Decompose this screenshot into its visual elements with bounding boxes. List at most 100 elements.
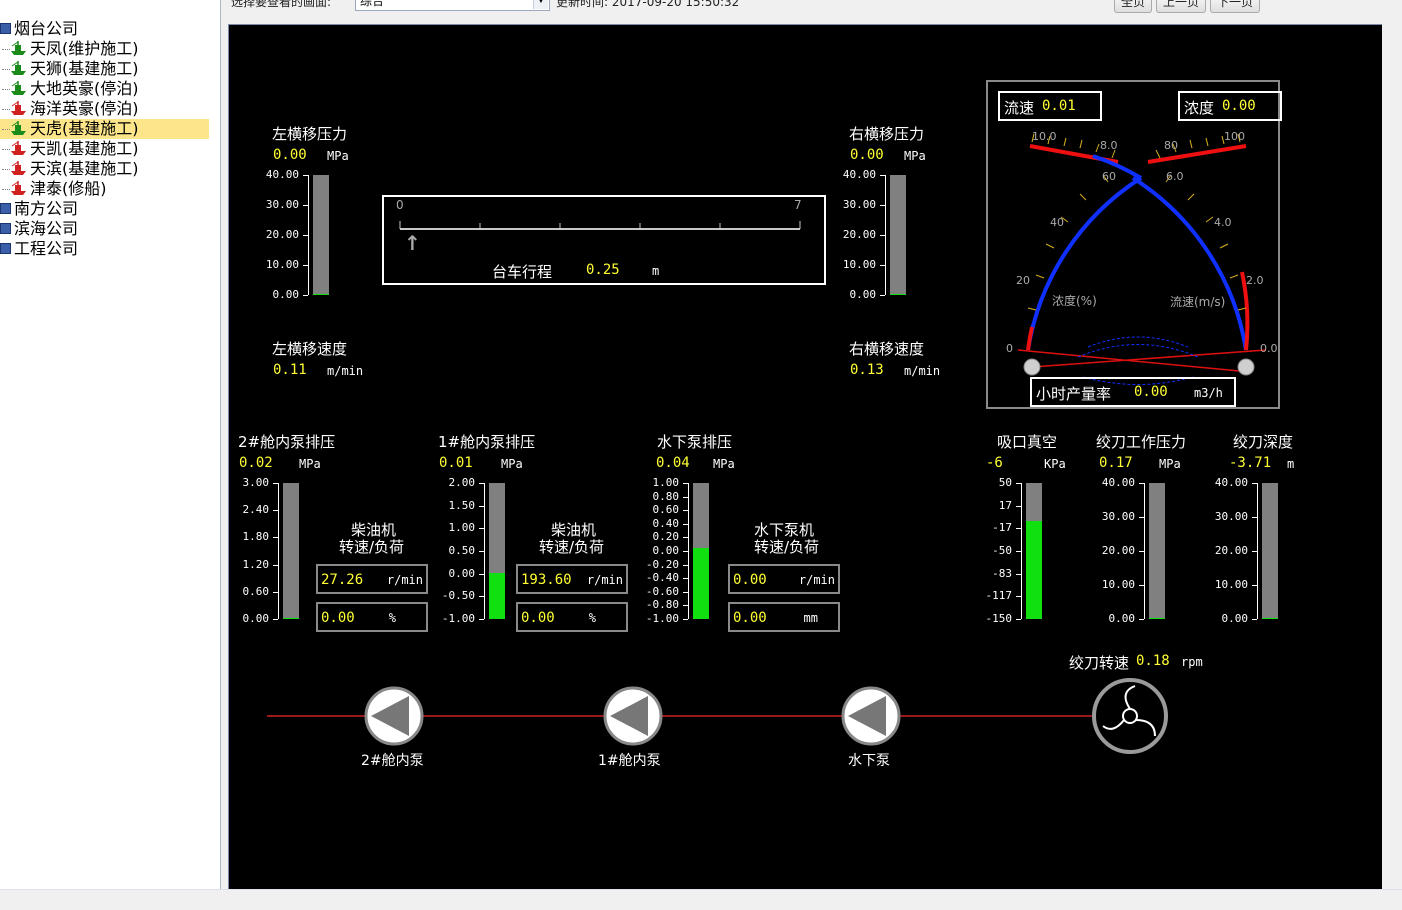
gauge-tick-label: 0.60: [242, 584, 270, 598]
output-label: 小时产量率: [1036, 385, 1112, 403]
flow-concentration-gauge: 流速 0.01 浓度 0.00 0 20 40 60 80 100 0.0 2.…: [986, 80, 1282, 409]
gauge-tick-label: 1.20: [242, 557, 270, 571]
gauge-axis: [885, 175, 886, 295]
tree-node-label: 津泰(修船): [30, 179, 107, 198]
view-select[interactable]: 综合 ▼: [355, 0, 550, 11]
chevron-down-icon[interactable]: ▼: [533, 0, 548, 9]
gauge-tick-label: 0.60: [652, 503, 680, 517]
tree-company-node[interactable]: 工程公司: [0, 239, 78, 259]
prev-page-button[interactable]: 上一页: [1156, 0, 1206, 13]
tree-node-label: 大地英豪(停泊): [30, 79, 139, 98]
cutter-pressure-value: 0.17: [1099, 455, 1133, 471]
gauge-tick-label: -0.60: [645, 584, 679, 598]
tree-node-label: 天滨(基建施工): [30, 159, 139, 178]
pump1-load-unit: %: [588, 611, 596, 625]
tree-ship-node[interactable]: 海洋英豪(停泊): [0, 99, 139, 119]
gauge-tick-label: 10.00: [1101, 578, 1135, 591]
gauge-tick-label: -0.40: [645, 571, 679, 585]
pump1-engine-label2: 转速/负荷: [539, 538, 605, 556]
gauge-fill: [1026, 521, 1042, 619]
tree-ship-node[interactable]: 天凯(基建施工): [0, 139, 139, 159]
pump1-icon[interactable]: [602, 686, 664, 748]
gauge-tick: [1016, 619, 1021, 620]
company-node-icon[interactable]: [0, 243, 11, 254]
carriage-unit: m: [652, 264, 660, 278]
gauge-tick-label: 0.20: [652, 530, 680, 544]
right-speed-unit: m/min: [904, 364, 941, 378]
gauge-tick-label: 0.00: [1221, 612, 1249, 625]
gauge-fill: [489, 572, 505, 619]
gauge-tick-label: 40.00: [265, 168, 299, 181]
gauge-tick: [683, 619, 688, 620]
left-speed-unit: m/min: [327, 364, 364, 378]
view-select-label: 选择要查看的画面:: [231, 0, 332, 9]
company-ship-tree[interactable]: 烟台公司 天凤(维护施工) 天狮(基建施工) 大地英豪(停泊) 海洋英豪(停泊) 天虎(基…: [0, 0, 221, 889]
underwater-load-unit: mm: [803, 611, 818, 625]
gauge-bar: [1026, 483, 1042, 619]
gauge-tick-label: 10.00: [265, 258, 299, 271]
conc-tick-20: 20: [1016, 274, 1030, 287]
gauge-bar: [890, 175, 906, 295]
company-node-icon[interactable]: [0, 203, 11, 214]
gauge-tick-label: -17: [992, 521, 1012, 535]
suction-value: -6: [986, 455, 1003, 471]
tree-ship-node[interactable]: 天滨(基建施工): [0, 159, 139, 179]
left-speed-value: 0.11: [273, 362, 307, 378]
left-pressure-value: 0.00: [273, 147, 307, 163]
tree-ship-node[interactable]: 天狮(基建施工): [0, 59, 139, 79]
gauge-tick-label: -83: [992, 566, 1012, 580]
company-node-icon[interactable]: [0, 23, 11, 34]
flow-tick-0: 0.0: [1260, 342, 1278, 355]
tree-ship-node[interactable]: 大地英豪(停泊): [0, 79, 139, 99]
gauge-tick-label: 30.00: [842, 198, 876, 211]
monitor-screen: 左横移压力 0.00 MPa 40.00 30.00 20.00 10.00 0.00 …: [228, 24, 1382, 891]
gauge-tick-label: 0.00: [242, 612, 270, 625]
update-time: 更新时间: 2017-09-20 15:50:32: [556, 0, 740, 9]
gauge-tick-label: 0.80: [652, 489, 680, 503]
gauge-tick-label: 0.00: [448, 566, 476, 580]
flow-tick-10: 10.0: [1032, 130, 1057, 143]
pump2-value: 0.02: [239, 455, 273, 471]
gauge-tick-label: 20.00: [265, 228, 299, 241]
company-node-icon[interactable]: [0, 223, 11, 234]
status-strip: [0, 889, 1402, 910]
pump2-load-box: 0.00 %: [316, 602, 428, 632]
gauge-bar: [313, 175, 329, 295]
pump1-caption: 1#舱内泵: [598, 753, 661, 769]
gauge-tick-label: 30.00: [1214, 510, 1248, 523]
tree-connector: [2, 149, 10, 150]
tree-node-label: 天狮(基建施工): [30, 59, 139, 78]
next-page-button[interactable]: 下一页: [1210, 0, 1260, 13]
gauge-tick-label: 0.00: [272, 288, 300, 301]
tree-ship-node[interactable]: 天凤(维护施工): [0, 39, 139, 59]
cutter-icon[interactable]: [1089, 676, 1171, 758]
gauge-tick-label: 10.00: [1214, 578, 1248, 591]
tree-ship-node[interactable]: 天虎(基建施工): [0, 119, 209, 139]
output-unit: m3/h: [1194, 386, 1223, 400]
tree-company-node[interactable]: 烟台公司: [0, 19, 78, 39]
ship-icon: [11, 160, 26, 175]
gauge-fill: [283, 618, 299, 619]
gauge-tick-label: 10.00: [842, 258, 876, 271]
gauge-tick-label: -150: [985, 612, 1013, 625]
underwater-title: 水下泵排压: [657, 433, 733, 451]
underwater-pump-icon[interactable]: [840, 686, 902, 748]
gauge-bar: [283, 483, 299, 619]
pump2-icon[interactable]: [363, 686, 425, 748]
gauge-axis: [278, 483, 279, 619]
gauge-tick-label: 17: [998, 498, 1012, 512]
gauge-tick-label: 20.00: [1214, 544, 1248, 557]
tree-company-node[interactable]: 南方公司: [0, 199, 78, 219]
first-page-button[interactable]: 全页: [1114, 0, 1152, 13]
tree-company-node[interactable]: 滨海公司: [0, 219, 78, 239]
gauge-tick: [273, 619, 278, 620]
output-readout: 小时产量率 0.00 m3/h: [1030, 377, 1236, 407]
underwater-load-box: 0.00 mm: [728, 602, 840, 632]
pump2-title: 2#舱内泵排压: [238, 433, 336, 451]
gauge-tick-label: -1.00: [441, 612, 475, 625]
tree-ship-node[interactable]: 津泰(修船): [0, 179, 107, 199]
gauge-fill: [1262, 618, 1278, 619]
gauge-tick-label: 0.50: [448, 544, 476, 557]
carriage-pointer-icon: ↑: [404, 231, 421, 255]
gauge-tick-label: 20.00: [842, 228, 876, 241]
